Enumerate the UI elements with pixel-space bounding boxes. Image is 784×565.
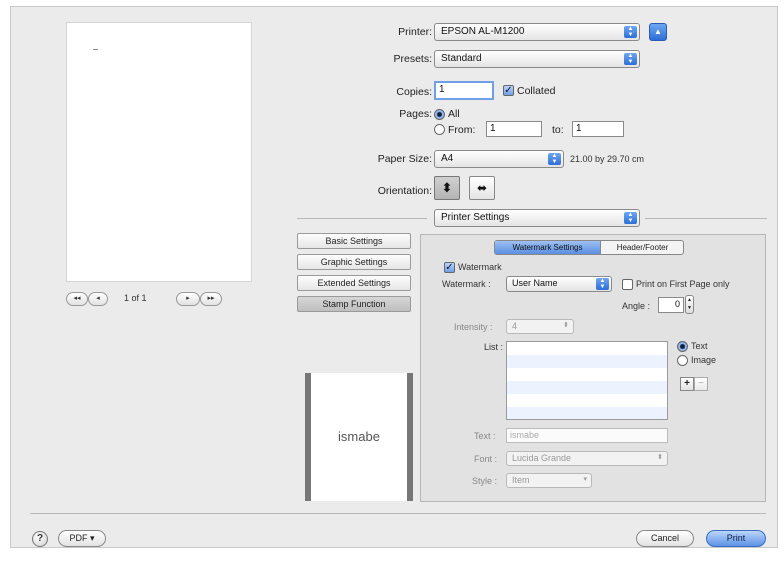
pages-label: Pages:: [399, 108, 432, 120]
printer-settings-value: Printer Settings: [441, 212, 510, 223]
remove-button[interactable]: −: [694, 377, 708, 391]
orientation-label: Orientation:: [377, 185, 432, 197]
disclosure-triangle-icon[interactable]: ▲: [649, 23, 667, 41]
stamp-preview-text: ismabe: [338, 429, 380, 444]
style-value: Item: [512, 475, 530, 485]
last-page-button[interactable]: ▸▸: [200, 292, 222, 306]
add-button[interactable]: +: [680, 377, 694, 391]
popup-arrows-icon: ⬍: [657, 454, 663, 461]
angle-label: Angle :: [622, 301, 651, 311]
basic-settings-button[interactable]: Basic Settings: [297, 233, 411, 249]
text-radio[interactable]: [677, 341, 688, 352]
printer-value: EPSON AL-M1200: [441, 26, 525, 37]
section-divider: [645, 218, 767, 219]
pages-all-radio[interactable]: [434, 109, 445, 120]
pdf-button[interactable]: PDF ▾: [58, 530, 106, 547]
angle-stepper[interactable]: ▲ ▼: [685, 295, 694, 314]
pages-to-label: to:: [552, 124, 564, 136]
pages-to-field[interactable]: 1: [572, 121, 624, 137]
popup-arrows-icon: ▲ ▼: [624, 212, 637, 224]
style-popup[interactable]: Item ▾: [506, 473, 592, 488]
watermark-tabs: Watermark Settings Header/Footer: [494, 240, 684, 255]
cancel-button[interactable]: Cancel: [636, 530, 694, 547]
printer-label: Printer:: [398, 26, 432, 38]
page-indicator: 1 of 1: [124, 293, 147, 303]
copies-field[interactable]: 1: [434, 81, 494, 100]
stamp-function-button[interactable]: Stamp Function: [297, 296, 411, 312]
chevron-down-icon: ▾: [583, 476, 587, 483]
text-label: Text :: [474, 431, 496, 441]
presets-popup[interactable]: Standard ▲ ▼: [434, 50, 640, 68]
style-label: Style :: [472, 476, 498, 486]
angle-field[interactable]: 0: [658, 297, 684, 313]
help-icon[interactable]: ?: [32, 531, 48, 547]
image-radio-label: Image: [691, 355, 717, 365]
paper-size-label: Paper Size:: [377, 153, 432, 165]
popup-arrows-icon: ▲ ▼: [548, 153, 561, 165]
pages-from-field[interactable]: 1: [486, 121, 542, 137]
intensity-value: 4: [512, 321, 518, 331]
presets-value: Standard: [441, 53, 482, 64]
printer-popup[interactable]: EPSON AL-M1200 ▲ ▼: [434, 23, 640, 41]
font-popup[interactable]: Lucida Grande ⬍: [506, 451, 668, 466]
watermark-type-value: User Name: [512, 278, 558, 288]
preview-text-mark: [93, 49, 98, 50]
watermark-check-label: Watermark: [458, 262, 502, 272]
bottom-divider: [30, 513, 766, 514]
section-divider: [297, 218, 427, 219]
pages-from-radio[interactable]: [434, 124, 445, 135]
landscape-orientation-icon[interactable]: ⬌: [469, 176, 495, 200]
prev-page-button[interactable]: ◂: [88, 292, 108, 306]
collated-checkbox[interactable]: ✓: [503, 85, 514, 96]
watermark-text-field[interactable]: ismabe: [506, 428, 668, 443]
watermark-label: Watermark :: [442, 279, 491, 289]
font-label: Font :: [474, 454, 498, 464]
text-radio-label: Text: [691, 341, 708, 351]
paper-size-value: A4: [441, 153, 454, 164]
intensity-popup[interactable]: 4 ⬍: [506, 319, 574, 334]
copies-label: Copies:: [396, 86, 432, 98]
font-value: Lucida Grande: [512, 453, 572, 463]
presets-label: Presets:: [393, 53, 432, 65]
stamp-preview: ismabe: [305, 373, 413, 501]
paper-size-popup[interactable]: A4 ▲ ▼: [434, 150, 564, 168]
popup-arrows-icon: ▲ ▼: [596, 278, 609, 290]
pages-from-label: From:: [448, 124, 476, 136]
list-label: List :: [484, 342, 504, 352]
image-radio[interactable]: [677, 355, 688, 366]
collated-label: Collated: [517, 85, 556, 97]
graphic-settings-button[interactable]: Graphic Settings: [297, 254, 411, 270]
pages-all-label: All: [448, 108, 460, 120]
watermark-type-popup[interactable]: User Name ▲ ▼: [506, 276, 612, 292]
printer-settings-popup[interactable]: Printer Settings ▲ ▼: [434, 209, 640, 227]
popup-arrows-icon: ▲ ▼: [624, 53, 637, 65]
first-page-only-label: Print on First Page only: [636, 279, 730, 289]
portrait-orientation-icon[interactable]: ⬍: [434, 176, 460, 200]
next-page-button[interactable]: ▸: [176, 292, 200, 306]
intensity-label: Intensity :: [454, 322, 493, 332]
extended-settings-button[interactable]: Extended Settings: [297, 275, 411, 291]
tab-header-footer[interactable]: Header/Footer: [602, 241, 683, 254]
watermark-list[interactable]: [506, 341, 668, 420]
page-preview: [66, 22, 252, 282]
paper-dimensions: 21.00 by 29.70 cm: [570, 154, 645, 164]
first-page-button[interactable]: ◂◂: [66, 292, 88, 306]
tab-watermark-settings[interactable]: Watermark Settings: [495, 241, 601, 254]
popup-arrows-icon: ⬍: [563, 322, 569, 329]
watermark-checkbox[interactable]: ✓: [444, 262, 455, 273]
first-page-only-checkbox[interactable]: [622, 279, 633, 290]
print-button[interactable]: Print: [706, 530, 766, 547]
popup-arrows-icon: ▲ ▼: [624, 26, 637, 38]
